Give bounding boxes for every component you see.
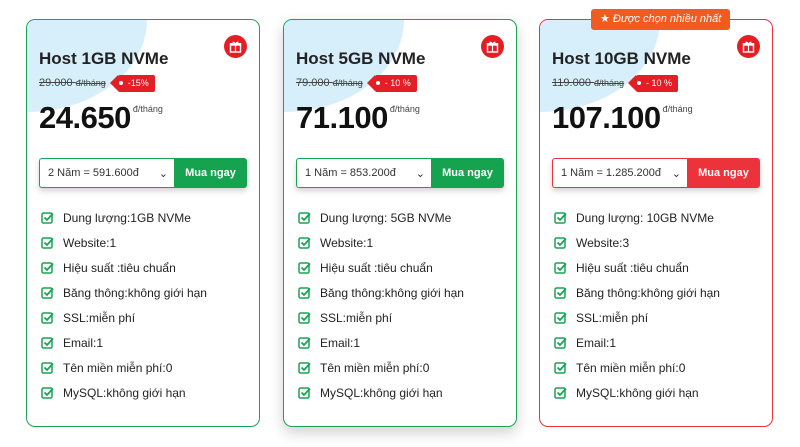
price-unit: đ/tháng <box>389 104 420 114</box>
purchase-row: 2 Năm = 591.600đ ⌄ Mua ngay <box>39 158 247 188</box>
list-item: Dung lượng:1GB NVMe <box>39 205 247 230</box>
price-unit: đ/tháng <box>662 104 693 114</box>
current-price: 24.650 <box>39 100 131 135</box>
list-item: Email:1 <box>552 330 760 355</box>
check-square-icon <box>554 362 567 374</box>
purchase-row: 1 Năm = 853.200đ ⌄ Mua ngay <box>296 158 504 188</box>
discount-tag: - 10 % <box>628 74 679 92</box>
discount-tag: -15% <box>109 74 155 92</box>
list-item: SSL:miễn phí <box>39 305 247 330</box>
check-square-icon <box>298 262 311 274</box>
check-square-icon <box>554 287 567 299</box>
feature-list: Dung lượng:1GB NVMe Website:1 Hiệu suất … <box>39 205 247 405</box>
select-value: 1 Năm = 1.285.200đ <box>561 167 661 179</box>
check-square-icon <box>41 212 54 224</box>
gift-icon[interactable] <box>224 35 247 58</box>
gift-icon[interactable] <box>481 35 504 58</box>
check-square-icon <box>298 312 311 324</box>
check-square-icon <box>554 387 567 399</box>
list-item: Hiệu suất :tiêu chuẩn <box>296 255 504 280</box>
list-item: Dung lượng: 10GB NVMe <box>552 205 760 230</box>
check-square-icon <box>554 237 567 249</box>
list-item: Tên miền miễn phí:0 <box>296 355 504 380</box>
list-item: Website:1 <box>296 230 504 255</box>
check-square-icon <box>554 312 567 324</box>
check-square-icon <box>41 237 54 249</box>
list-item: Hiệu suất :tiêu chuẩn <box>39 255 247 280</box>
pricing-card-10gb: ★ Được chọn nhiều nhất Host 10GB NVMe 119… <box>539 9 773 427</box>
list-item: Email:1 <box>39 330 247 355</box>
list-item: MySQL:không giới hạn <box>552 380 760 405</box>
chevron-down-icon: ⌄ <box>158 167 168 180</box>
list-item: MySQL:không giới hạn <box>39 380 247 405</box>
check-square-icon <box>554 337 567 349</box>
buy-now-button[interactable]: Mua ngay <box>174 158 247 188</box>
check-square-icon <box>298 362 311 374</box>
list-item: Tên miền miễn phí:0 <box>39 355 247 380</box>
check-square-icon <box>298 287 311 299</box>
plan-title: Host 5GB NVMe <box>296 49 426 68</box>
check-square-icon <box>41 362 54 374</box>
list-item: Hiệu suất :tiêu chuẩn <box>552 255 760 280</box>
select-value: 1 Năm = 853.200đ <box>305 167 396 179</box>
check-square-icon <box>41 387 54 399</box>
feature-list: Dung lượng: 10GB NVMe Website:3 Hiệu suấ… <box>552 205 760 405</box>
current-price: 71.100 <box>296 100 388 135</box>
check-square-icon <box>298 387 311 399</box>
billing-period-select[interactable]: 2 Năm = 591.600đ ⌄ <box>39 158 174 188</box>
feature-list: Dung lượng: 5GB NVMe Website:1 Hiệu suất… <box>296 205 504 405</box>
buy-now-button[interactable]: Mua ngay <box>431 158 504 188</box>
discount-tag: - 10 % <box>366 74 417 92</box>
check-square-icon <box>298 337 311 349</box>
check-square-icon <box>554 212 567 224</box>
chevron-down-icon: ⌄ <box>671 167 681 180</box>
gift-icon[interactable] <box>737 35 760 58</box>
check-square-icon <box>41 287 54 299</box>
old-price: 29.000 đ/tháng <box>39 77 106 89</box>
list-item: Băng thông:không giới hạn <box>39 280 247 305</box>
list-item: MySQL:không giới hạn <box>296 380 504 405</box>
popular-badge: ★ Được chọn nhiều nhất <box>591 9 731 30</box>
chevron-down-icon: ⌄ <box>415 167 425 180</box>
plan-title: Host 1GB NVMe <box>39 49 169 68</box>
billing-period-select[interactable]: 1 Năm = 1.285.200đ ⌄ <box>552 158 687 188</box>
check-square-icon <box>41 312 54 324</box>
check-square-icon <box>41 337 54 349</box>
check-square-icon <box>41 262 54 274</box>
list-item: Tên miền miễn phí:0 <box>552 355 760 380</box>
buy-now-button[interactable]: Mua ngay <box>687 158 760 188</box>
list-item: Email:1 <box>296 330 504 355</box>
list-item: Băng thông:không giới hạn <box>296 280 504 305</box>
list-item: Dung lượng: 5GB NVMe <box>296 205 504 230</box>
select-value: 2 Năm = 591.600đ <box>48 167 139 179</box>
list-item: Băng thông:không giới hạn <box>552 280 760 305</box>
price-unit: đ/tháng <box>132 104 163 114</box>
check-square-icon <box>554 262 567 274</box>
current-price: 107.100 <box>552 100 661 135</box>
pricing-card-1gb: Host 1GB NVMe 29.000 đ/tháng -15% 24.650… <box>26 19 260 427</box>
old-price: 79.000 đ/tháng <box>296 77 363 89</box>
list-item: SSL:miễn phí <box>296 305 504 330</box>
list-item: Website:3 <box>552 230 760 255</box>
billing-period-select[interactable]: 1 Năm = 853.200đ ⌄ <box>296 158 431 188</box>
list-item: Website:1 <box>39 230 247 255</box>
check-square-icon <box>298 237 311 249</box>
list-item: SSL:miễn phí <box>552 305 760 330</box>
pricing-card-5gb: Host 5GB NVMe 79.000 đ/tháng - 10 % 71.1… <box>283 19 517 427</box>
purchase-row: 1 Năm = 1.285.200đ ⌄ Mua ngay <box>552 158 760 188</box>
old-price: 119.000 đ/tháng <box>552 77 625 89</box>
star-icon: ★ <box>600 13 610 25</box>
check-square-icon <box>298 212 311 224</box>
plan-title: Host 10GB NVMe <box>552 49 691 68</box>
